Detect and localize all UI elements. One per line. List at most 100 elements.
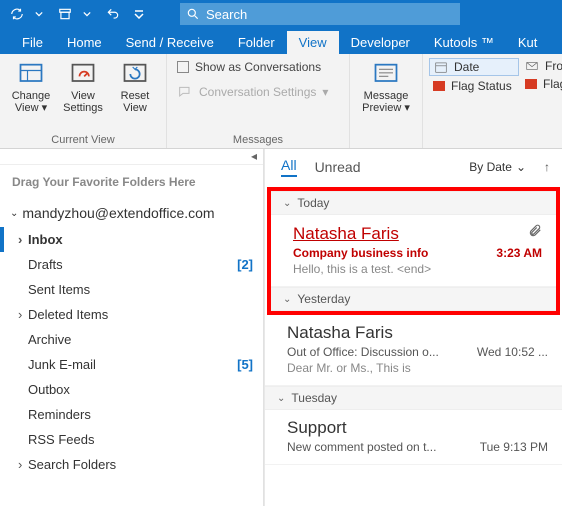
folder-inbox[interactable]: ›Inbox: [0, 227, 263, 252]
reset-view-button[interactable]: Reset View: [110, 58, 160, 116]
message-sender: Support: [287, 418, 347, 438]
folder-search-folders[interactable]: ›Search Folders: [0, 452, 263, 477]
attachment-icon: [528, 223, 542, 242]
message-item[interactable]: Natasha Faris Company business info 3:23 …: [271, 215, 556, 287]
account-name: mandyzhou@extendoffice.com: [22, 205, 214, 221]
message-preview: Hello, this is a test. <end>: [293, 262, 542, 276]
show-conversations-label: Show as Conversations: [195, 60, 321, 74]
chevron-down-icon: ⌄: [516, 160, 526, 174]
view-settings-icon: [69, 60, 97, 88]
group-today[interactable]: ⌄Today: [271, 191, 556, 215]
view-settings-button[interactable]: View Settings: [58, 58, 108, 116]
change-view-button[interactable]: Change View ▾: [6, 58, 56, 116]
message-preview: Dear Mr. or Ms., This is: [287, 361, 548, 375]
message-time: 3:23 AM: [496, 246, 542, 260]
quick-access-toolbar: [0, 3, 156, 25]
folder-rss[interactable]: RSS Feeds: [0, 427, 263, 452]
tab-send-receive[interactable]: Send / Receive: [114, 31, 226, 54]
group-tuesday[interactable]: ⌄Tuesday: [265, 386, 562, 410]
group-current-view: Change View ▾ View Settings Reset View C…: [0, 54, 167, 148]
view-settings-label: View Settings: [60, 90, 106, 114]
message-time: Tue 9:13 PM: [480, 440, 548, 454]
reset-view-icon: [121, 60, 149, 88]
message-preview-icon: [371, 60, 401, 88]
tab-kutools2[interactable]: Kut: [506, 31, 550, 54]
messages-group-label: Messages: [173, 132, 343, 146]
sort-by-date[interactable]: By Date⌄: [469, 160, 526, 174]
folder-deleted-items[interactable]: ›Deleted Items: [0, 302, 263, 327]
favorites-drop-area[interactable]: Drag Your Favorite Folders Here: [0, 165, 263, 199]
arrange-date[interactable]: Date: [429, 58, 519, 76]
group-preview: Message Preview ▾: [350, 54, 423, 148]
folder-reminders[interactable]: Reminders: [0, 402, 263, 427]
arrange-flag-start-label: Flag: Sta: [543, 77, 562, 91]
from-icon: [525, 59, 539, 73]
folder-junk[interactable]: Junk E-mail[5]: [0, 352, 263, 377]
group-arrangement: Date Flag Status From Flag: Sta: [423, 54, 562, 148]
account-header[interactable]: ⌄ mandyzhou@extendoffice.com: [0, 199, 263, 227]
sort-direction-icon[interactable]: ↑: [544, 160, 550, 174]
search-icon: [186, 7, 200, 21]
chevron-down-icon[interactable]: [28, 3, 50, 25]
search-box[interactable]: Search: [180, 3, 460, 25]
message-item[interactable]: Natasha Faris Out of Office: Discussion …: [265, 315, 562, 386]
message-subject: New comment posted on t...: [287, 440, 436, 454]
filter-all[interactable]: All: [281, 157, 297, 177]
message-subject: Company business info: [293, 246, 428, 260]
arrange-flag-status-label: Flag Status: [451, 79, 512, 93]
message-list-pane: All Unread By Date⌄ ↑ ⌄Today Natasha Far…: [264, 149, 562, 506]
chevron-down-icon[interactable]: [76, 3, 98, 25]
chevron-down-icon: ▾: [322, 85, 328, 99]
qat-customize-icon[interactable]: [128, 3, 150, 25]
tab-kutools[interactable]: Kutools ™: [422, 31, 506, 54]
tab-view[interactable]: View: [287, 31, 339, 54]
message-preview-button[interactable]: Message Preview ▾: [356, 58, 416, 116]
message-preview-label: Message Preview: [362, 90, 408, 114]
collapse-handle[interactable]: ◂: [0, 149, 263, 165]
main-area: ◂ Drag Your Favorite Folders Here ⌄ mand…: [0, 149, 562, 506]
reset-view-label: Reset View: [112, 90, 158, 114]
current-view-group-label: Current View: [6, 132, 160, 146]
group-messages: Show as Conversations Conversation Setti…: [167, 54, 350, 148]
archive-icon[interactable]: [54, 3, 76, 25]
filter-unread[interactable]: Unread: [315, 159, 361, 175]
arrange-from[interactable]: From: [521, 58, 562, 74]
conversation-settings-label: Conversation Settings: [199, 85, 316, 99]
sync-icon[interactable]: [6, 3, 28, 25]
folder-sent-items[interactable]: Sent Items: [0, 277, 263, 302]
message-sender: Natasha Faris: [293, 224, 399, 244]
chevron-down-icon: ⌄: [283, 198, 291, 209]
arrange-from-label: From: [545, 59, 562, 73]
chevron-down-icon: ⌄: [277, 393, 285, 404]
message-item[interactable]: Support New comment posted on t... Tue 9:…: [265, 410, 562, 465]
tab-developer[interactable]: Developer: [339, 31, 422, 54]
ribbon-tabs: File Home Send / Receive Folder View Dev…: [0, 28, 562, 54]
filter-bar: All Unread By Date⌄ ↑: [265, 149, 562, 187]
checkbox-icon: [177, 61, 189, 73]
arrange-flag-status[interactable]: Flag Status: [429, 78, 519, 94]
highlight-box: ⌄Today Natasha Faris Company business in…: [267, 187, 560, 315]
message-sender: Natasha Faris: [287, 323, 393, 343]
undo-icon[interactable]: [102, 3, 124, 25]
ribbon: Change View ▾ View Settings Reset View C…: [0, 54, 562, 149]
message-subject: Out of Office: Discussion o...: [287, 345, 439, 359]
arrange-flag-start[interactable]: Flag: Sta: [521, 76, 562, 92]
tab-file[interactable]: File: [10, 31, 55, 54]
flag-icon: [525, 79, 537, 89]
folder-drafts[interactable]: Drafts[2]: [0, 252, 263, 277]
show-conversations-checkbox[interactable]: Show as Conversations: [173, 58, 343, 76]
tab-home[interactable]: Home: [55, 31, 114, 54]
message-time: Wed 10:52 ...: [477, 345, 548, 359]
flag-icon: [433, 81, 445, 91]
search-placeholder: Search: [206, 7, 247, 22]
tab-folder[interactable]: Folder: [226, 31, 287, 54]
chevron-down-icon: ⌄: [283, 294, 291, 305]
chevron-down-icon: ⌄: [10, 208, 18, 219]
change-view-icon: [17, 60, 45, 88]
change-view-label: Change View: [12, 90, 51, 114]
arrange-date-label: Date: [454, 60, 479, 74]
folder-list: ›Inbox Drafts[2] Sent Items ›Deleted Ite…: [0, 227, 263, 477]
folder-archive[interactable]: Archive: [0, 327, 263, 352]
group-yesterday[interactable]: ⌄Yesterday: [271, 287, 556, 311]
folder-outbox[interactable]: Outbox: [0, 377, 263, 402]
